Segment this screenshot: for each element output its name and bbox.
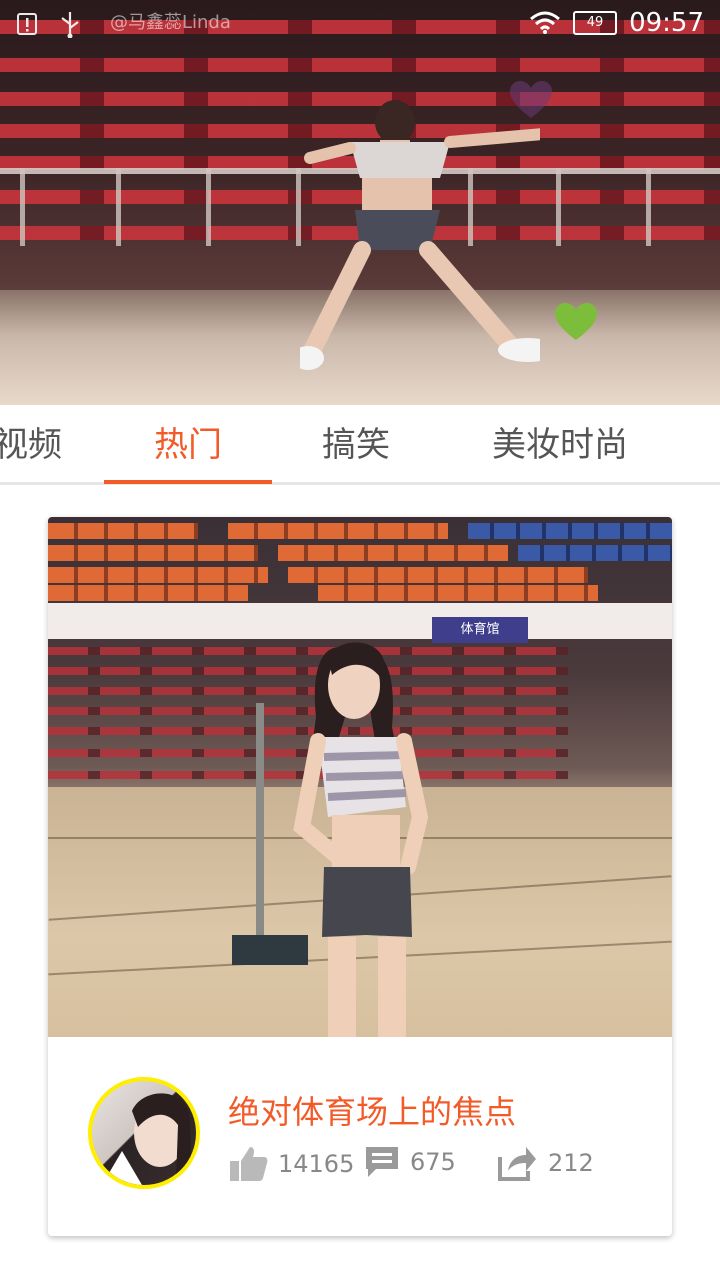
net-pole (256, 703, 264, 943)
usb-icon (61, 12, 80, 39)
video-card[interactable]: 体育馆 绝对体育场上的焦点 14165 675 212 (48, 517, 672, 1236)
tab-indicator (104, 480, 272, 484)
heart-icon (555, 303, 597, 340)
arena-banner (48, 603, 672, 639)
card-title[interactable]: 绝对体育场上的焦点 (228, 1087, 516, 1133)
share-icon (498, 1147, 536, 1181)
category-tabs: 视频 热门 搞笑 美妆时尚 (0, 405, 720, 485)
share-count: 212 (548, 1149, 594, 1177)
status-right: 49 09:57 (529, 8, 704, 38)
tab-hot[interactable]: 热门 (104, 405, 272, 485)
battery-indicator: 49 (573, 11, 618, 35)
video-thumbnail[interactable]: 体育馆 (48, 517, 672, 1037)
dancer-figure (300, 100, 540, 370)
clock: 09:57 (629, 8, 704, 38)
avatar-portrait (102, 1093, 192, 1185)
like-stat[interactable]: 14165 (228, 1145, 354, 1183)
share-stat[interactable]: 212 (498, 1145, 594, 1181)
hero-video[interactable]: @马鑫蕊Linda 49 09:57 (0, 0, 720, 405)
status-bar: @马鑫蕊Linda 49 09:57 (0, 0, 720, 50)
thumbs-up-icon (230, 1147, 268, 1181)
alert-icon (17, 13, 37, 35)
girl-figure (293, 642, 429, 1037)
tab-beauty-fashion[interactable]: 美妆时尚 (470, 405, 650, 485)
comment-count: 675 (410, 1148, 456, 1176)
wifi-icon (530, 11, 561, 34)
status-left (16, 10, 82, 39)
avatar[interactable] (88, 1077, 200, 1189)
like-count: 14165 (278, 1150, 355, 1178)
comment-icon (366, 1147, 398, 1177)
tab-video[interactable]: 视频 (0, 405, 78, 485)
watermark-text: @马鑫蕊Linda (110, 12, 231, 33)
heart-icon (510, 81, 552, 118)
card-info: 绝对体育场上的焦点 14165 675 212 (48, 1037, 672, 1236)
tab-funny[interactable]: 搞笑 (272, 405, 440, 485)
comment-stat[interactable]: 675 (364, 1145, 456, 1179)
stadium-seats (0, 58, 720, 72)
